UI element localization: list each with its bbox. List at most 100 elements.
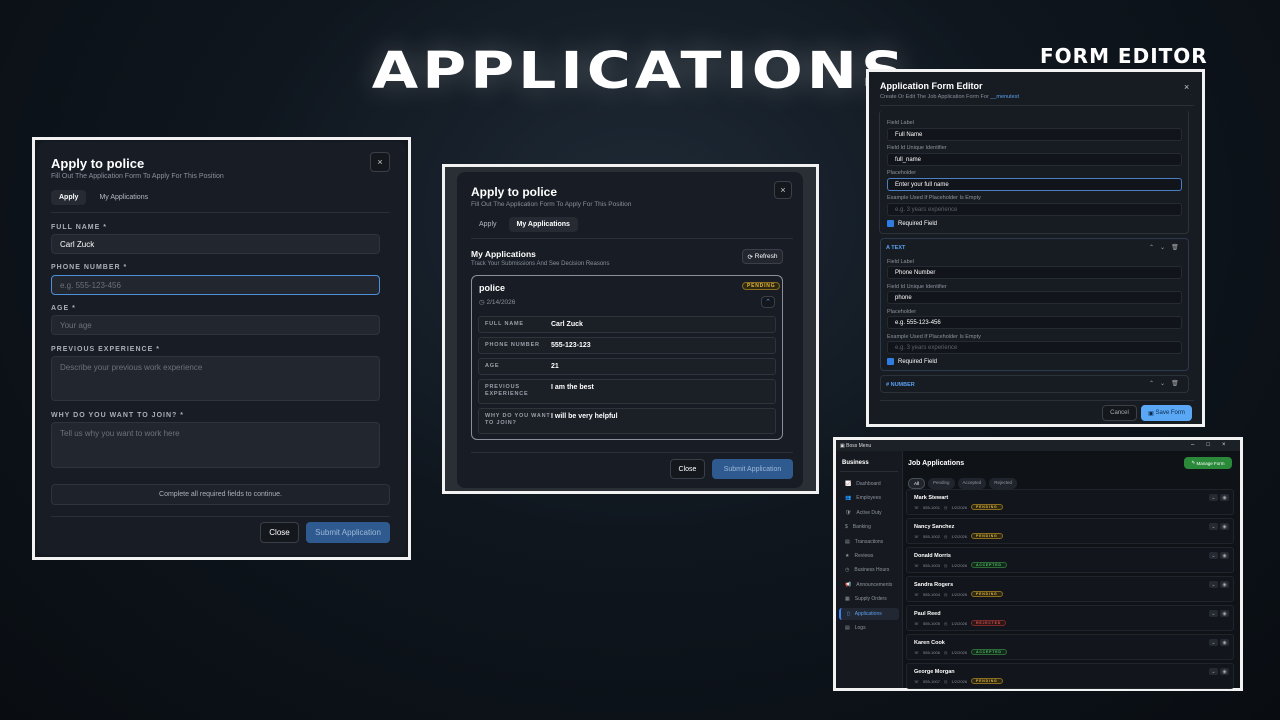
eye-icon: ◉ xyxy=(1222,581,1227,588)
expand-button[interactable]: ⌄ xyxy=(1209,668,1218,675)
save-form-button[interactable]: ▣ Save Form xyxy=(1141,405,1192,421)
application-row[interactable]: Paul Reed ☏ 555-1005 ◷ 1/2/2026 REJECTED ⌄ ◉ xyxy=(906,605,1234,631)
expand-button[interactable]: ⌄ xyxy=(1209,610,1218,617)
field-id-input[interactable]: full_name xyxy=(887,153,1182,166)
close-text-button[interactable]: Close xyxy=(260,522,299,543)
tab-my-applications[interactable]: My Applications xyxy=(508,217,578,232)
close-button[interactable]: × xyxy=(774,181,792,199)
move-down-icon[interactable]: ⌄ xyxy=(1160,380,1165,387)
phone-input[interactable]: e.g. 555-123-456 xyxy=(51,275,380,295)
minimize-icon[interactable]: – xyxy=(1191,442,1194,448)
application-row[interactable]: Mark Stewart ☏ 555-1001 ◷ 1/2/2026 PENDING ⌄… xyxy=(906,489,1234,515)
sidebar-item-employees[interactable]: 👥 Employees xyxy=(839,492,899,504)
job-link[interactable]: __menutest xyxy=(990,94,1019,100)
tab-my-applications[interactable]: My Applications xyxy=(91,190,156,205)
close-icon: × xyxy=(780,185,786,195)
sidebar-item-banking[interactable]: $ Banking xyxy=(839,521,899,533)
window-close-icon[interactable]: × xyxy=(1222,442,1226,448)
application-row[interactable]: Donald Morris ☏ 555-1003 ◷ 1/2/2026 ACCEPTED… xyxy=(906,547,1234,573)
view-button[interactable]: ◉ xyxy=(1220,668,1229,675)
age-input[interactable]: Your age xyxy=(51,315,380,335)
required-checkbox[interactable]: Required Field xyxy=(887,358,937,365)
field-label-label: Field Label xyxy=(887,120,914,126)
field-label-input[interactable]: Phone Number xyxy=(887,266,1182,279)
sidebar-icon: 🛡 xyxy=(845,509,852,516)
expand-button[interactable]: ⌄ xyxy=(1209,581,1218,588)
page-title: Job Applications xyxy=(908,460,965,467)
expand-button[interactable]: ⌄ xyxy=(1209,523,1218,530)
sidebar-item-business-hours[interactable]: ◷ Business Hours xyxy=(839,564,899,576)
filter-all[interactable]: All xyxy=(908,478,926,489)
view-button[interactable]: ◉ xyxy=(1220,610,1229,617)
submit-application-button[interactable]: Submit Application xyxy=(712,459,793,479)
sidebar-item-label: Supply Orders xyxy=(854,596,887,603)
move-down-icon[interactable]: ⌄ xyxy=(1160,244,1165,251)
manage-form-button[interactable]: ✎ Manage Form xyxy=(1184,457,1232,469)
application-row[interactable]: Nancy Sanchez ☏ 555-1002 ◷ 1/2/2026 PENDING … xyxy=(906,518,1234,544)
filter-pending[interactable]: Pending xyxy=(928,478,955,489)
expand-button[interactable]: ⌄ xyxy=(1209,639,1218,646)
view-button[interactable]: ◉ xyxy=(1220,552,1229,559)
sidebar-item-announcements[interactable]: 📢 Announcements xyxy=(839,579,899,591)
answer-value: 555-123-123 xyxy=(551,342,591,349)
sidebar-item-supply-orders[interactable]: ▦ Supply Orders xyxy=(839,593,899,605)
application-row[interactable]: Karen Cook ☏ 555-1006 ◷ 1/2/2026 ACCEPTED ⌄ … xyxy=(906,634,1234,660)
refresh-button[interactable]: ⟳ Refresh xyxy=(742,249,783,264)
field-label-input[interactable]: Full Name xyxy=(887,128,1182,141)
required-label: Required Field xyxy=(898,221,938,228)
submit-application-button[interactable]: Submit Application xyxy=(306,522,390,543)
experience-textarea[interactable]: Describe your previous work experience xyxy=(51,356,380,401)
sidebar-item-dashboard[interactable]: 📈 Dashboard xyxy=(839,478,899,490)
move-up-icon[interactable]: ⌃ xyxy=(1149,244,1154,251)
clock-icon: ◷ xyxy=(943,591,948,597)
expand-button[interactable]: ⌄ xyxy=(1209,494,1218,501)
collapse-button[interactable]: ⌃ xyxy=(761,296,775,308)
trash-icon[interactable]: 🗑 xyxy=(1171,244,1179,251)
status-badge: REJECTED xyxy=(971,620,1007,626)
close-text-button[interactable]: Close xyxy=(670,459,705,479)
application-row[interactable]: Sandra Rogers ☏ 555-1004 ◷ 1/2/2026 PENDING … xyxy=(906,576,1234,602)
why-join-textarea[interactable]: Tell us why you want to work here xyxy=(51,422,380,468)
maximize-icon[interactable]: □ xyxy=(1206,442,1210,448)
field-card-phone: A TEXT ⌃ ⌄ 🗑 Field Label Phone Number Fiel… xyxy=(880,238,1189,371)
phone-icon: ☏ xyxy=(914,649,920,655)
required-checkbox[interactable]: Required Field xyxy=(887,220,937,227)
applicant-phone: 555-1003 xyxy=(923,562,940,568)
type-label: TEXT xyxy=(891,245,906,251)
modal-title: Apply to police xyxy=(471,185,558,199)
expand-button[interactable]: ⌄ xyxy=(1209,552,1218,559)
sidebar-item-active-duty[interactable]: 🛡 Active Duty xyxy=(839,507,899,519)
tab-apply[interactable]: Apply xyxy=(51,190,87,205)
eye-icon: ◉ xyxy=(1222,523,1227,530)
example-input[interactable]: e.g. 3 years experience xyxy=(887,341,1182,354)
view-button[interactable]: ◉ xyxy=(1220,581,1229,588)
move-up-icon[interactable]: ⌃ xyxy=(1149,380,1154,387)
boss-menu-screenshot: ▣ Boss Menu – □ × Business 📈 Dashboard 👥 Empl… xyxy=(833,437,1243,691)
sidebar-item-applications[interactable]: ▯ Applications xyxy=(839,607,899,620)
tab-apply[interactable]: Apply xyxy=(471,217,505,232)
eye-icon: ◉ xyxy=(1222,668,1227,675)
view-button[interactable]: ◉ xyxy=(1220,639,1229,646)
cancel-button[interactable]: Cancel xyxy=(1102,405,1137,421)
filter-accepted[interactable]: Accepted xyxy=(957,478,987,489)
view-button[interactable]: ◉ xyxy=(1220,523,1229,530)
form-editor-caption: FORM EDITOR xyxy=(1040,44,1208,68)
sidebar-item-reviews[interactable]: ★ Reviews xyxy=(839,550,899,562)
view-button[interactable]: ◉ xyxy=(1220,494,1229,501)
eye-icon: ◉ xyxy=(1222,639,1227,646)
application-row[interactable]: George Morgan ☏ 555-1007 ◷ 1/2/2026 PENDING … xyxy=(906,663,1234,689)
sidebar-item-logs[interactable]: ▤ Logs xyxy=(839,622,899,634)
close-button[interactable]: × xyxy=(370,152,390,172)
filter-rejected[interactable]: Rejected xyxy=(989,478,1018,489)
close-icon[interactable]: × xyxy=(1184,82,1189,92)
modal-title: Apply to police xyxy=(51,156,145,171)
full-name-input[interactable]: Carl Zuck xyxy=(51,234,380,254)
applicant-name: George Morgan xyxy=(914,669,955,675)
sidebar-item-transactions[interactable]: ▤ Transactions xyxy=(839,536,899,548)
trash-icon[interactable]: 🗑 xyxy=(1171,380,1179,387)
field-id-input[interactable]: phone xyxy=(887,291,1182,304)
placeholder-input[interactable]: Enter your full name xyxy=(887,178,1182,191)
chevron-down-icon: ⌄ xyxy=(1211,668,1216,675)
example-input[interactable]: e.g. 3 years experience xyxy=(887,203,1182,216)
placeholder-input[interactable]: e.g. 555-123-456 xyxy=(887,316,1182,329)
